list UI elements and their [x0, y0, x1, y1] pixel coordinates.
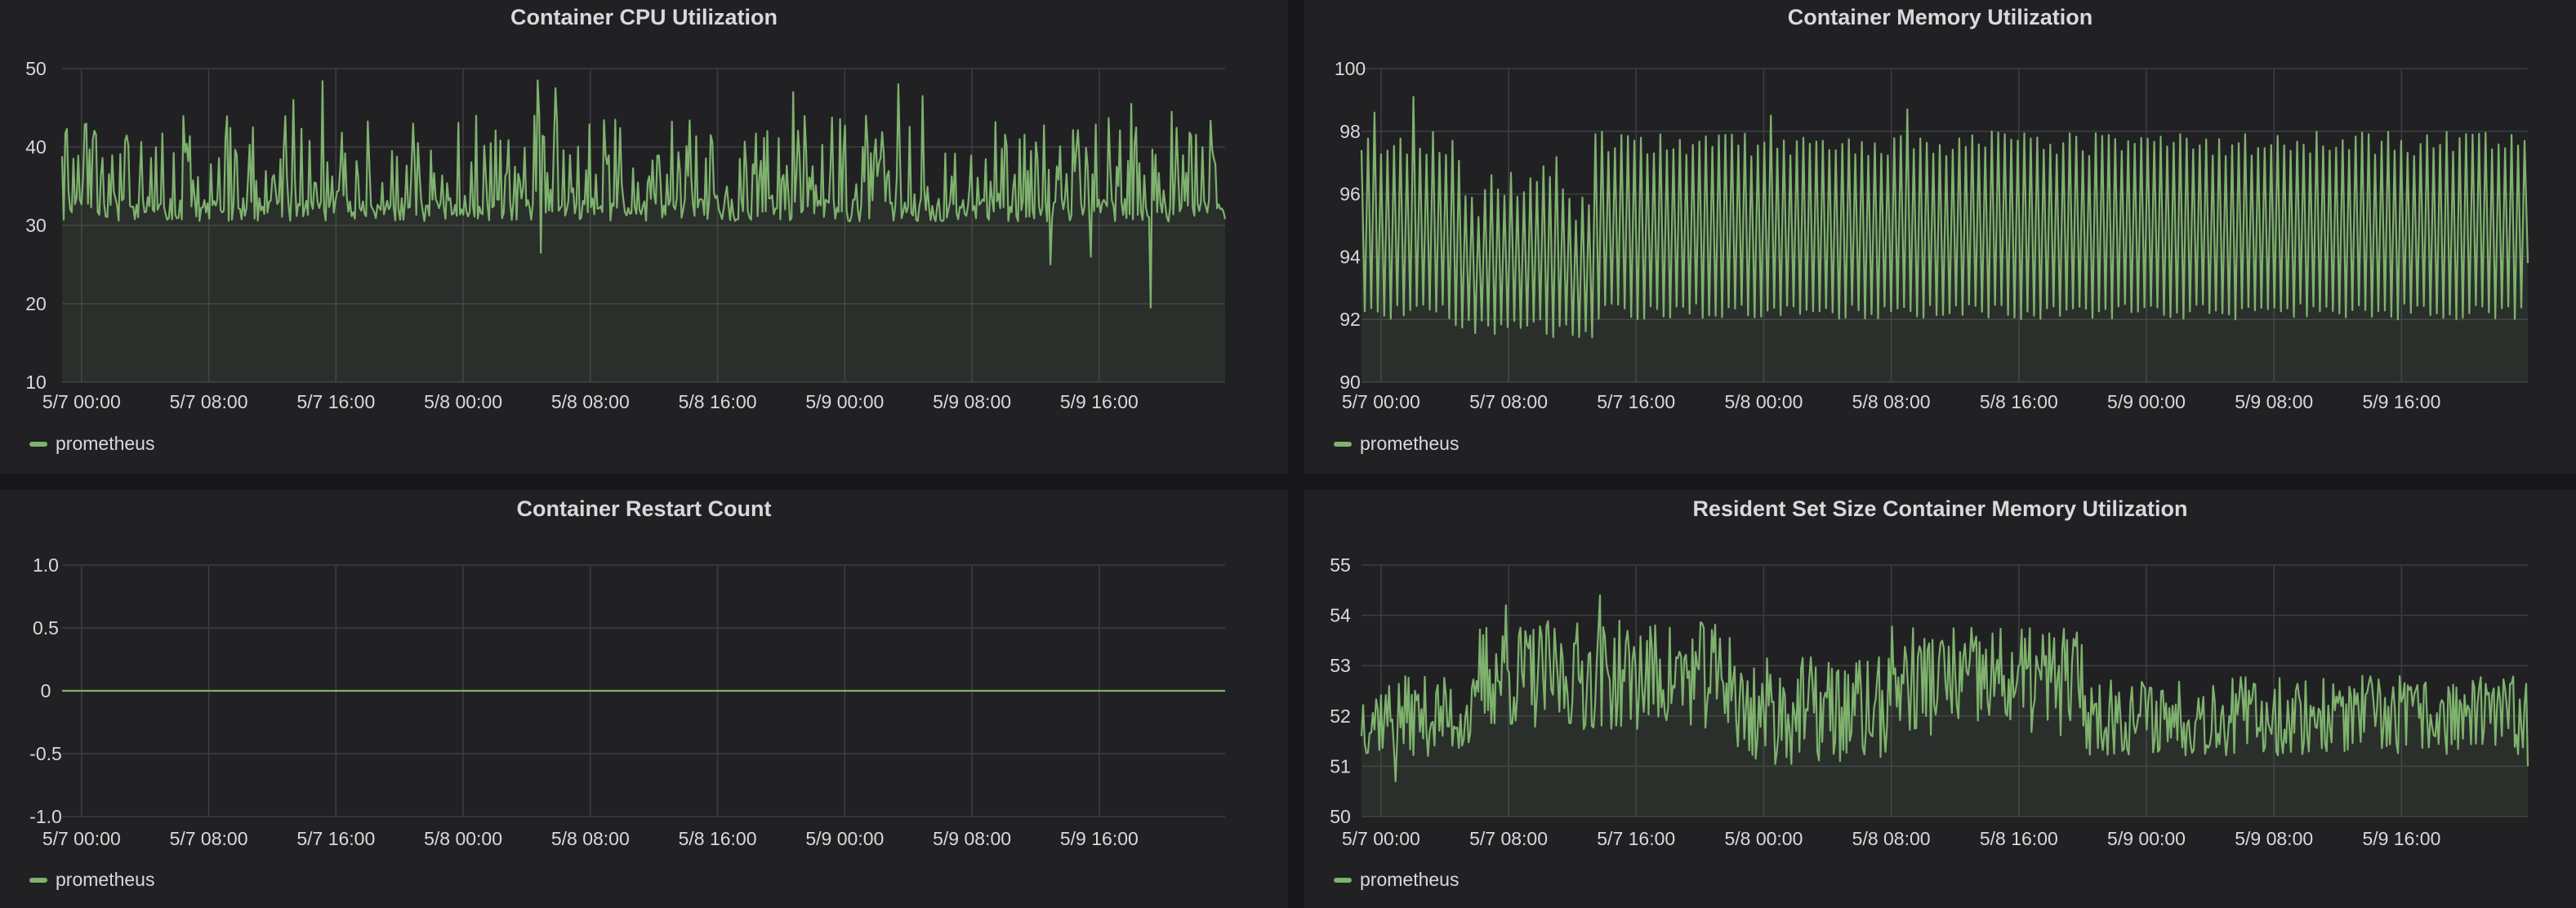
x-tick-label: 5/7 16:00 [1597, 828, 1675, 849]
x-tick-label: 5/7 16:00 [296, 391, 375, 412]
y-tick-label: 20 [25, 293, 47, 314]
x-tick-label: 5/7 00:00 [42, 828, 121, 849]
x-tick-label: 5/8 16:00 [1980, 391, 2058, 412]
x-tick-label: 5/7 08:00 [170, 828, 248, 849]
x-tick-label: 5/9 16:00 [1060, 828, 1139, 849]
legend-label: prometheus [56, 433, 155, 454]
restart-count-chart[interactable]: 1.0 0.5 0 -0.5 -1.05/7 00:00 5/7 08:00 5/7 16:… [0, 490, 1288, 908]
y-tick-label: 100 [1335, 58, 1366, 79]
y-tick-label: 92 [1339, 309, 1361, 330]
x-tick-label: 5/7 00:00 [1342, 391, 1420, 412]
x-tick-label: 5/7 16:00 [1597, 391, 1675, 412]
x-tick-label: 5/8 00:00 [1724, 828, 1803, 849]
y-tick-label: 0 [41, 680, 51, 701]
y-tick-label: 50 [25, 58, 47, 79]
legend[interactable]: prometheus [29, 433, 154, 455]
x-tick-label: 5/7 00:00 [42, 391, 121, 412]
cpu-panel: Container CPU Utilization 10 20 30 40 50 5/7 … [0, 0, 1288, 474]
x-tick-label: 5/9 08:00 [933, 828, 1011, 849]
x-tick-label: 5/9 08:00 [2235, 828, 2313, 849]
x-tick-label: 5/8 08:00 [1852, 828, 1931, 849]
x-tick-label: 5/7 00:00 [1342, 828, 1420, 849]
y-tick-label: 30 [25, 215, 47, 236]
x-tick-label: 5/9 16:00 [1060, 391, 1139, 412]
y-tick-label: 94 [1339, 246, 1361, 267]
x-tick-label: 5/8 08:00 [1852, 391, 1931, 412]
x-tick-label: 5/8 00:00 [1724, 391, 1803, 412]
series-swatch [1334, 877, 1352, 883]
x-tick-label: 5/8 16:00 [679, 828, 757, 849]
x-tick-label: 5/8 16:00 [679, 391, 757, 412]
x-tick-label: 5/8 08:00 [551, 391, 630, 412]
x-tick-label: 5/7 08:00 [1469, 391, 1548, 412]
x-tick-label: 5/9 00:00 [805, 391, 884, 412]
y-tick-label: 96 [1339, 184, 1361, 205]
rss-memory-chart[interactable]: 50 51 52 53 54 55 5/7 00:00 5/7 08:00 5/7 16:00 5… [1304, 490, 2576, 908]
memory-chart[interactable]: 90 92 94 96 98 100 5/7 00:00 5/7 08:00 5/7 16:00… [1304, 0, 2576, 474]
x-tick-label: 5/9 00:00 [2107, 391, 2186, 412]
y-tick-label: 52 [1330, 705, 1351, 727]
y-tick-label: 90 [1339, 372, 1361, 393]
series-swatch [29, 441, 47, 447]
series-swatch [29, 877, 47, 883]
x-tick-label: 5/8 00:00 [424, 828, 502, 849]
series-swatch [1334, 441, 1352, 447]
x-tick-label: 5/7 08:00 [170, 391, 248, 412]
restart-count-panel: Container Restart Count 1.0 0.5 0 -0.5 -1.0 5… [0, 490, 1288, 908]
x-tick-label: 5/9 16:00 [2362, 828, 2440, 849]
memory-panel: Container Memory Utilization 90 92 94 96 98 1… [1304, 0, 2576, 474]
y-tick-label: 53 [1330, 655, 1351, 676]
y-tick-label: -0.5 [29, 743, 62, 764]
x-tick-label: 5/8 00:00 [424, 391, 502, 412]
legend[interactable]: prometheus [1334, 869, 1459, 891]
x-tick-label: 5/9 00:00 [805, 828, 884, 849]
y-tick-label: 55 [1330, 554, 1351, 576]
legend-label: prometheus [1360, 869, 1460, 890]
cpu-chart[interactable]: 10 20 30 40 50 5/7 00:00 5/7 08:00 5/7 16:00 5/8… [0, 0, 1288, 474]
x-tick-label: 5/8 08:00 [551, 828, 630, 849]
y-tick-label: 10 [25, 372, 47, 393]
y-tick-label: 1.0 [33, 554, 59, 576]
y-tick-label: 0.5 [33, 617, 59, 639]
y-tick-label: -1.0 [29, 806, 62, 827]
x-tick-label: 5/9 16:00 [2362, 391, 2440, 412]
x-tick-label: 5/7 16:00 [296, 828, 375, 849]
y-tick-label: 51 [1330, 755, 1351, 777]
x-tick-label: 5/8 16:00 [1980, 828, 2058, 849]
x-tick-label: 5/7 08:00 [1469, 828, 1548, 849]
legend-label: prometheus [56, 869, 155, 890]
x-tick-label: 5/9 08:00 [933, 391, 1011, 412]
y-tick-label: 54 [1330, 605, 1351, 626]
legend-label: prometheus [1360, 433, 1460, 454]
rss-memory-panel: Resident Set Size Container Memory Utili… [1304, 490, 2576, 908]
legend[interactable]: prometheus [29, 869, 154, 891]
legend[interactable]: prometheus [1334, 433, 1459, 455]
x-tick-label: 5/9 00:00 [2107, 828, 2186, 849]
x-tick-label: 5/9 08:00 [2235, 391, 2313, 412]
y-tick-label: 40 [25, 136, 47, 158]
y-tick-label: 98 [1339, 121, 1361, 142]
y-tick-label: 50 [1330, 806, 1351, 827]
